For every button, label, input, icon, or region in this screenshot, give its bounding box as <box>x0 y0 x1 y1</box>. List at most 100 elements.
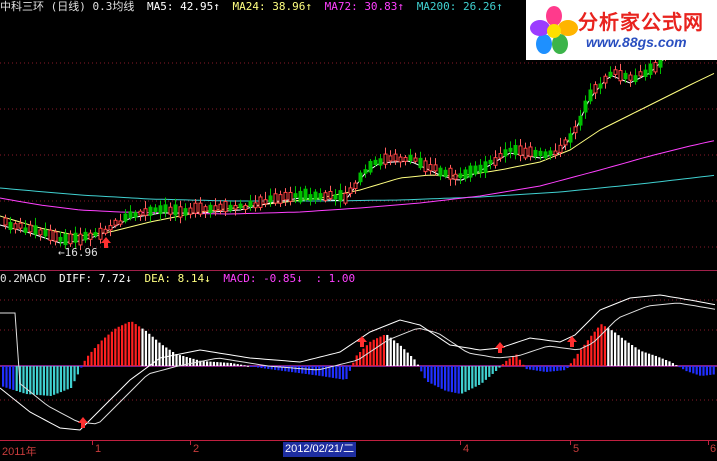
candle-up <box>328 190 333 199</box>
macd-bar-positive <box>671 363 674 366</box>
macd-bar-negative <box>70 366 73 388</box>
buy-arrow-icon <box>357 336 367 347</box>
watermark-logo: 分析家公式网 www.88gs.com <box>526 0 717 60</box>
macd-bar-positive <box>172 352 175 366</box>
candle-up <box>388 155 393 162</box>
price-header: 中科三环 (日线) 0.3均线 MA5: 42.95↑ MA24: 38.96↑… <box>0 0 509 14</box>
candle-down <box>8 221 13 230</box>
candle-up <box>628 74 633 81</box>
macd-bar-negative <box>712 366 715 375</box>
macd-bar-positive <box>206 361 209 366</box>
watermark-url: www.88gs.com <box>586 34 687 50</box>
macd-bar-positive <box>365 345 368 366</box>
macd-bar-positive <box>161 345 164 366</box>
macd-bar-positive <box>131 321 134 366</box>
macd-bar-positive <box>620 337 623 366</box>
buy-arrow-icon <box>78 417 88 428</box>
macd-bar-positive <box>399 345 402 366</box>
macd-bar-negative <box>304 366 307 374</box>
candle-down <box>368 160 373 173</box>
candle-down <box>608 71 613 78</box>
macd-value: MACD: -0.85↓ <box>223 272 303 285</box>
candle-up <box>613 69 618 75</box>
candle-down <box>418 157 423 169</box>
macd-bar-positive <box>658 357 661 366</box>
stock-title: 中科三环 (日线) 0.3均线 <box>0 0 135 13</box>
candle-up <box>68 233 73 245</box>
candle-down <box>123 213 128 222</box>
candle-down <box>183 208 188 216</box>
macd-bar-positive <box>590 335 593 366</box>
macd-bar-positive <box>508 358 511 366</box>
macd-bar-positive <box>233 363 236 366</box>
candle-up <box>638 71 643 77</box>
ma5-value: MA5: 42.95↑ <box>146 0 220 13</box>
candle-down <box>438 167 443 177</box>
macd-bar-negative <box>338 366 341 379</box>
candle-down <box>33 225 38 235</box>
macd-bar-positive <box>141 328 144 366</box>
candle-down <box>483 161 488 173</box>
candle-down <box>478 164 483 173</box>
candle-up <box>203 206 208 212</box>
candle-up <box>428 164 433 172</box>
macd-bar-negative <box>702 366 705 376</box>
cursor-date-label: 2012/02/21/二 <box>283 442 357 457</box>
candle-down <box>158 205 163 215</box>
candle-down <box>363 169 368 174</box>
macd-bar-positive <box>352 362 355 366</box>
macd-bar-negative <box>63 366 66 391</box>
tick-year: 2011年 <box>2 446 37 458</box>
candle-up <box>253 202 258 209</box>
candle-up <box>423 160 428 173</box>
candle-up <box>118 220 123 225</box>
macd-bar-negative <box>481 366 484 383</box>
macd-bar-negative <box>539 366 542 372</box>
candle-down <box>623 72 628 80</box>
macd-bar-positive <box>229 362 232 366</box>
candle-up <box>393 153 398 162</box>
macd-bar-negative <box>549 366 552 372</box>
candle-up <box>138 210 143 216</box>
candle-down <box>503 149 508 157</box>
macd-bar-positive <box>627 342 630 366</box>
macd-bar-positive <box>668 361 671 366</box>
macd-bar-negative <box>444 366 447 391</box>
macd-bar-positive <box>202 361 205 366</box>
macd-bar-positive <box>226 362 229 366</box>
macd-bar-positive <box>83 360 86 366</box>
macd-bar-positive <box>138 326 141 366</box>
macd-bar-negative <box>42 366 45 396</box>
macd-bar-negative <box>525 366 528 370</box>
macd-bar-negative <box>474 366 477 387</box>
macd-bar-negative <box>498 366 501 368</box>
candle-down <box>298 190 303 203</box>
macd-bar-positive <box>644 352 647 366</box>
candle-down <box>538 150 543 157</box>
macd-bar-negative <box>699 366 702 376</box>
candle-up <box>553 150 558 156</box>
macd-bar-negative <box>53 366 56 395</box>
macd-bar-positive <box>600 324 603 366</box>
macd-bar-positive <box>634 347 637 366</box>
macd-bar-negative <box>22 366 25 394</box>
macd-bar-positive <box>376 338 379 366</box>
macd-extra-value: : 1.00 <box>315 272 356 285</box>
candle-down <box>443 169 448 177</box>
time-axis: 2011年 1 2 2012/02/21/二 4 5 6 <box>0 440 717 461</box>
candle-down <box>153 207 158 213</box>
macd-bar-positive <box>97 344 100 366</box>
macd-bar-negative <box>450 366 453 393</box>
candle-up <box>168 206 173 215</box>
candle-up <box>383 153 388 165</box>
macd-bar-negative <box>467 366 470 391</box>
macd-bar-negative <box>552 366 555 372</box>
macd-bar-positive <box>124 323 127 366</box>
macd-bar-positive <box>607 328 610 366</box>
macd-bar-positive <box>158 342 161 366</box>
macd-bar-negative <box>491 366 494 374</box>
candle-up <box>563 139 568 146</box>
macd-bar-negative <box>556 366 559 371</box>
macd-panel[interactable] <box>0 270 717 440</box>
candle-down <box>43 229 48 237</box>
